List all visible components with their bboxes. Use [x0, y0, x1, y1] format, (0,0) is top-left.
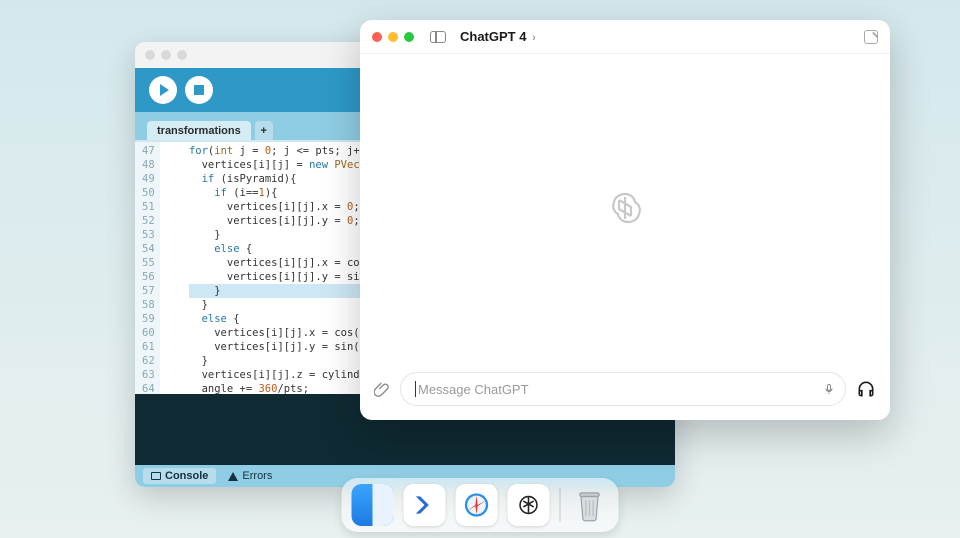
errors-tab-label: Errors	[242, 470, 272, 482]
dock-trash[interactable]	[571, 484, 609, 526]
dev-app-icon	[412, 492, 438, 518]
chatgpt-icon	[516, 492, 542, 518]
sketch-tab[interactable]: transformations	[147, 121, 251, 140]
stop-icon	[194, 85, 204, 95]
safari-icon	[463, 491, 491, 519]
chat-input-row: Message ChatGPT	[360, 362, 890, 420]
chat-body	[360, 54, 890, 362]
new-chat-icon[interactable]	[864, 30, 878, 44]
zoom-button[interactable]	[404, 32, 414, 42]
dock	[342, 478, 619, 532]
console-tab-label: Console	[165, 470, 208, 482]
dock-finder[interactable]	[352, 484, 394, 526]
dock-safari[interactable]	[456, 484, 498, 526]
minimize-button[interactable]	[388, 32, 398, 42]
openai-logo-icon	[605, 188, 645, 228]
minimize-dot[interactable]	[161, 50, 171, 60]
text-caret	[415, 381, 416, 397]
dock-chatgpt[interactable]	[508, 484, 550, 526]
chat-title-text: ChatGPT 4	[460, 29, 526, 44]
run-button[interactable]	[149, 76, 177, 104]
editor-traffic-lights[interactable]	[145, 50, 187, 60]
chat-titlebar[interactable]: ChatGPT 4 ›	[360, 20, 890, 54]
play-icon	[160, 84, 169, 96]
chat-traffic-lights[interactable]	[372, 32, 414, 42]
dock-separator	[560, 488, 561, 522]
chatgpt-window: ChatGPT 4 › Message ChatGPT	[360, 20, 890, 420]
line-gutter: 47 48 49 50 51 52 53 54 55 56 57 58 59 6…	[135, 142, 160, 394]
close-dot[interactable]	[145, 50, 155, 60]
warning-icon	[228, 472, 238, 481]
chat-model-selector[interactable]: ChatGPT 4 ›	[460, 29, 536, 44]
stop-button[interactable]	[185, 76, 213, 104]
dock-dev-app[interactable]	[404, 484, 446, 526]
console-tab[interactable]: Console	[143, 468, 216, 484]
zoom-dot[interactable]	[177, 50, 187, 60]
paperclip-icon[interactable]	[374, 380, 390, 398]
console-icon	[151, 472, 161, 480]
message-placeholder: Message ChatGPT	[418, 382, 529, 397]
headphones-icon[interactable]	[856, 379, 876, 399]
sidebar-toggle-icon[interactable]	[430, 31, 446, 43]
close-button[interactable]	[372, 32, 382, 42]
message-input[interactable]: Message ChatGPT	[400, 372, 846, 406]
errors-tab[interactable]: Errors	[220, 468, 280, 484]
microphone-icon[interactable]	[823, 381, 835, 397]
trash-icon	[575, 488, 605, 522]
chevron-right-icon: ›	[532, 32, 536, 44]
new-tab-button[interactable]: +	[255, 121, 273, 140]
